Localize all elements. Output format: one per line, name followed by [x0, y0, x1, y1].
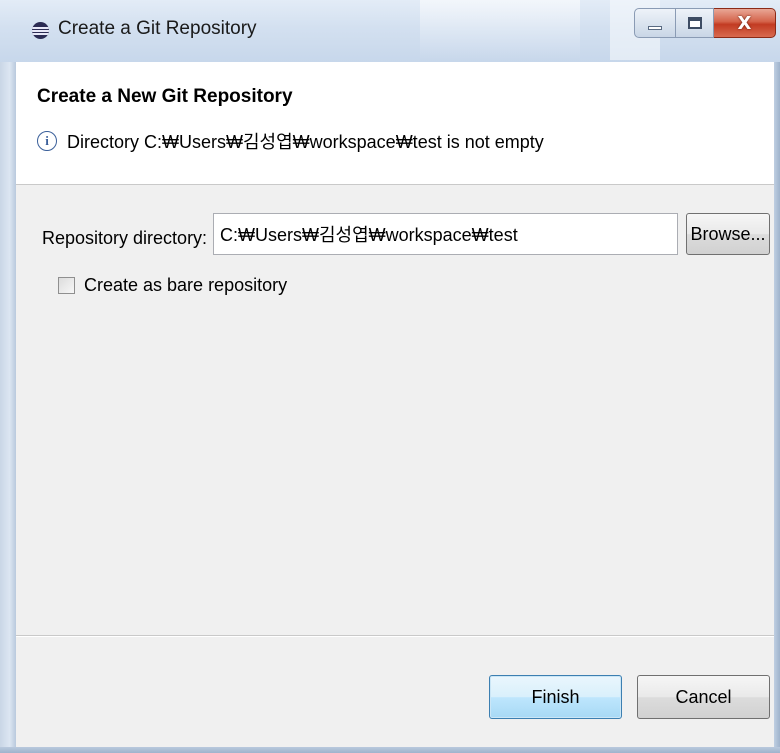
bare-repository-label[interactable]: Create as bare repository — [84, 275, 287, 296]
info-message: i Directory C:₩Users₩김성엽₩workspace₩test … — [37, 128, 544, 154]
bare-repository-option[interactable]: Create as bare repository — [58, 275, 287, 296]
wizard-header: Create a New Git Repository i Directory … — [16, 62, 774, 185]
minimize-icon — [648, 26, 662, 30]
create-git-repository-dialog: Create a Git Repository X Create a New G… — [0, 0, 780, 753]
window-frame-left — [0, 0, 16, 753]
repository-directory-input[interactable] — [213, 213, 678, 255]
browse-button[interactable]: Browse... — [686, 213, 770, 255]
caption-buttons: X — [634, 8, 776, 38]
finish-button[interactable]: Finish — [489, 675, 622, 719]
close-icon: X — [737, 12, 752, 34]
title-bar[interactable]: Create a Git Repository X — [0, 0, 780, 62]
bare-repository-checkbox[interactable] — [58, 277, 75, 294]
maximize-icon — [687, 17, 702, 29]
page-title: Create a New Git Repository — [37, 86, 293, 107]
info-message-text: Directory C:₩Users₩김성엽₩workspace₩test is… — [67, 132, 544, 152]
cancel-button[interactable]: Cancel — [637, 675, 770, 719]
window-frame-bottom — [0, 747, 780, 753]
wizard-content: Repository directory: Browse... Create a… — [16, 185, 774, 635]
repository-directory-label: Repository directory: — [42, 228, 208, 248]
button-bar: Finish Cancel — [16, 637, 774, 747]
close-button[interactable]: X — [714, 8, 776, 38]
info-icon: i — [37, 131, 57, 151]
window-frame-right — [774, 0, 780, 753]
eclipse-app-icon — [32, 22, 49, 39]
minimize-button[interactable] — [634, 8, 676, 38]
background-blur — [420, 0, 580, 60]
maximize-button[interactable] — [676, 8, 714, 38]
window-title: Create a Git Repository — [58, 18, 257, 39]
